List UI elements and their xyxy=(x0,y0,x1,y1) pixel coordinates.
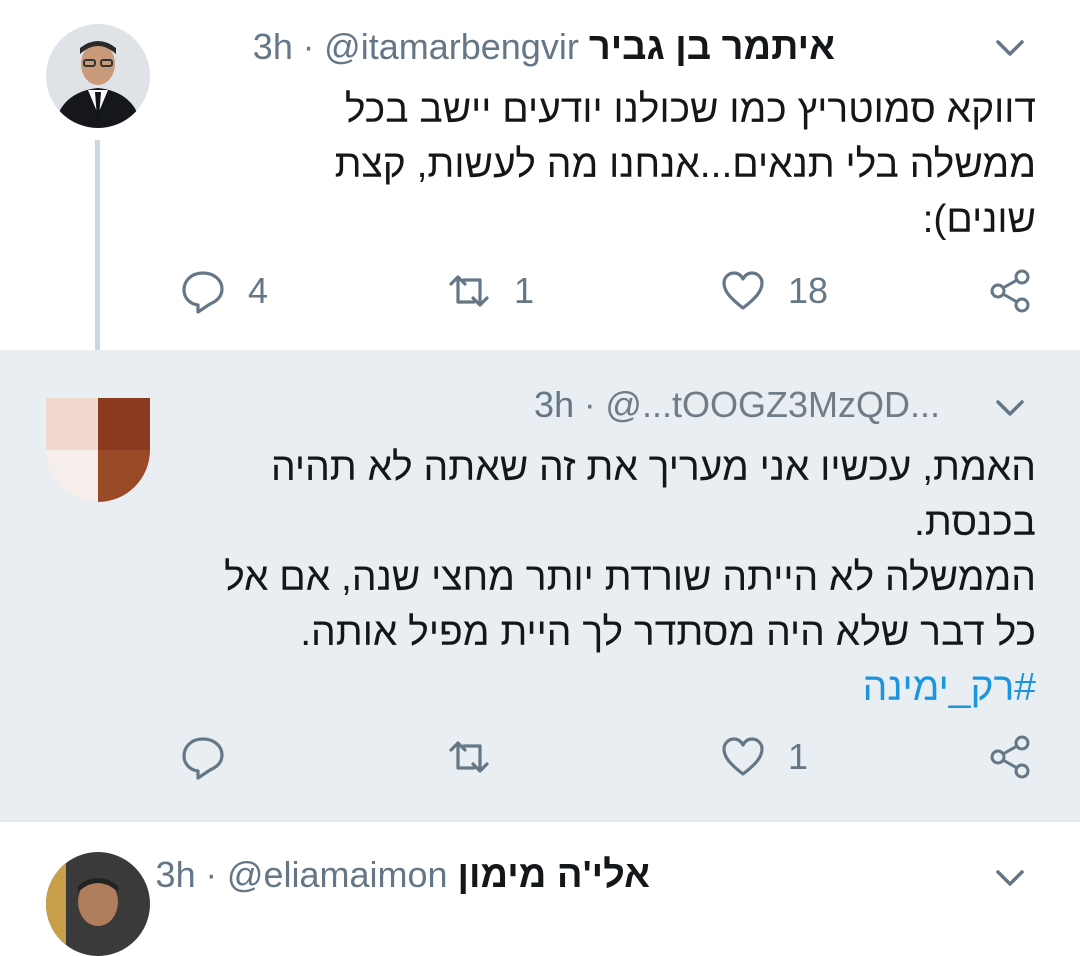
avatar[interactable] xyxy=(46,398,150,502)
author-handle[interactable]: @eliamaimon xyxy=(227,854,448,896)
author-handle[interactable]: @...tOOGZ3MzQD... xyxy=(605,384,940,426)
chevron-down-icon[interactable] xyxy=(990,28,1030,68)
retweet-icon xyxy=(449,741,489,773)
separator: · xyxy=(584,385,596,424)
heart-icon xyxy=(722,737,764,776)
reply-button[interactable] xyxy=(180,734,248,780)
tweet-text-line: הממשלה לא הייתה שורדת יותר מחצי שנה, אם … xyxy=(224,556,1036,599)
timestamp[interactable]: 3h xyxy=(156,854,196,896)
reply-button[interactable]: 4 xyxy=(180,268,268,314)
share-button[interactable] xyxy=(988,268,1034,314)
tweet-text-line: ממשלה בלי תנאים...אנחנו מה לעשות, קצת xyxy=(334,143,1036,186)
tweet-actions: 1 xyxy=(0,734,1080,794)
retweet-button[interactable] xyxy=(446,734,514,780)
author-name[interactable]: אלי'ה מימון xyxy=(458,854,650,897)
tweet-header: איתמר בן גביר @itamarbengvir · 3h xyxy=(253,22,835,72)
tweet-text-line: כל דבר שלא היה מסתדר לך היית מפיל אותה. xyxy=(300,611,1036,654)
tweet-3[interactable]: אלי'ה מימון @eliamaimon · 3h xyxy=(0,822,1080,956)
share-icon xyxy=(990,735,1030,779)
tweet-header: @...tOOGZ3MzQD... · 3h xyxy=(534,380,940,430)
avatar[interactable] xyxy=(46,24,150,128)
like-button[interactable]: 1 xyxy=(720,734,808,780)
share-icon xyxy=(990,269,1030,313)
heart-icon xyxy=(722,271,764,310)
tweet-header: אלי'ה מימון @eliamaimon · 3h xyxy=(156,850,650,900)
tweet-actions: 4 1 18 xyxy=(0,268,1080,328)
tweet-text-line: בכנסת. xyxy=(914,501,1036,544)
reply-icon xyxy=(182,737,224,780)
share-button[interactable] xyxy=(988,734,1034,780)
avatar[interactable] xyxy=(46,852,150,956)
thread-line xyxy=(95,140,100,362)
reply-icon xyxy=(182,271,224,314)
tweet-text: דווקא סמוטריץ כמו שכולנו יודעים יישב בכל… xyxy=(236,82,1036,247)
tweet-text-line: האמת, עכשיו אני מעריך את זה שאתה לא תהיה xyxy=(271,446,1036,489)
timestamp[interactable]: 3h xyxy=(253,26,293,68)
retweet-icon xyxy=(449,275,489,307)
reply-count: 4 xyxy=(248,270,269,311)
author-handle[interactable]: @itamarbengvir xyxy=(324,26,579,68)
like-button[interactable]: 18 xyxy=(720,268,828,314)
separator: · xyxy=(302,27,315,66)
hashtag-link[interactable]: #רק_ימינה xyxy=(206,660,1036,715)
tweet-text-line: דווקא סמוטריץ כמו שכולנו יודעים יישב בכל xyxy=(344,88,1036,131)
retweet-count: 1 xyxy=(514,270,535,311)
tweet-text-line: שונים): xyxy=(922,198,1036,241)
tweet-1[interactable]: איתמר בן גביר @itamarbengvir · 3h דווקא … xyxy=(0,0,1080,362)
like-count: 18 xyxy=(788,270,829,311)
tweet-text: האמת, עכשיו אני מעריך את זה שאתה לא תהיה… xyxy=(206,440,1036,715)
author-name[interactable]: איתמר בן גביר xyxy=(589,26,835,69)
chevron-down-icon[interactable] xyxy=(990,388,1030,428)
timestamp[interactable]: 3h xyxy=(534,384,574,426)
separator: · xyxy=(205,855,217,894)
tweet-2[interactable]: @...tOOGZ3MzQD... · 3h האמת, עכשיו אני מ… xyxy=(0,350,1080,820)
like-count: 1 xyxy=(788,736,809,777)
chevron-down-icon[interactable] xyxy=(990,858,1030,898)
retweet-button[interactable]: 1 xyxy=(446,268,534,314)
